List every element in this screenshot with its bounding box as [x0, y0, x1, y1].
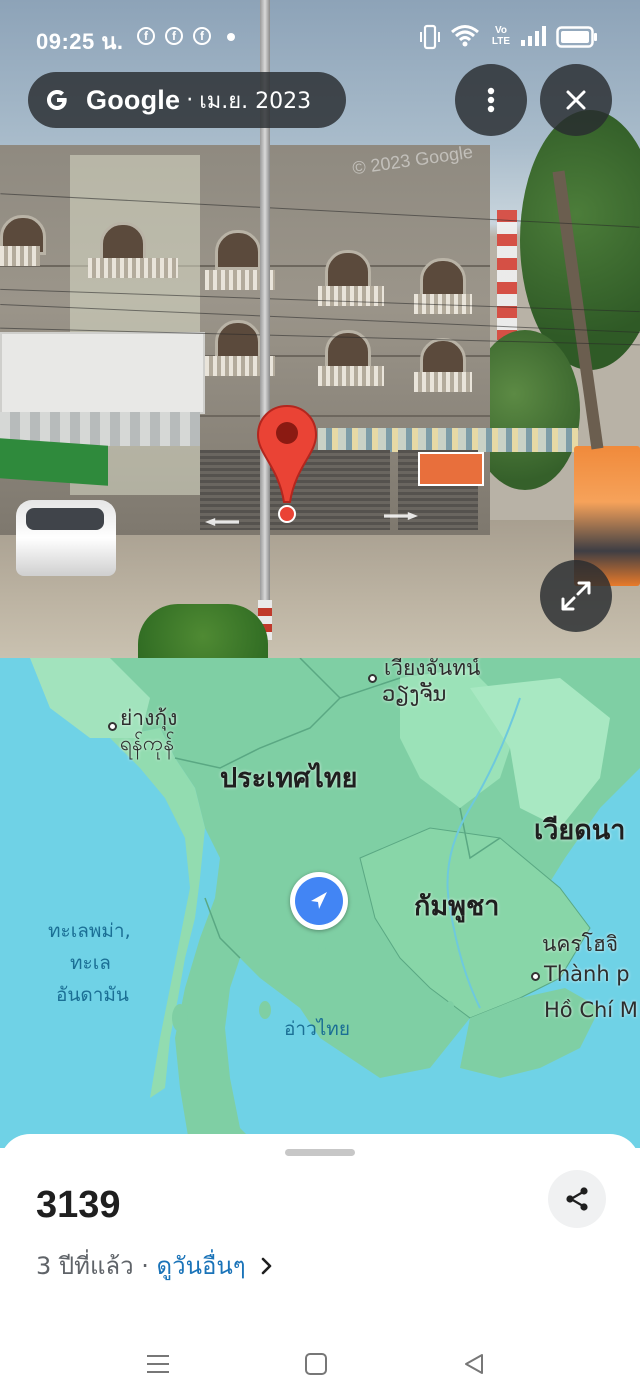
recent-apps-icon — [147, 1355, 169, 1373]
map-label-gulf-of-thailand: อ่าวไทย — [284, 1018, 350, 1040]
map-label-yangon-burmese: ရန်ကုန် — [120, 731, 175, 755]
city-dot — [108, 722, 117, 731]
separator: · — [186, 87, 194, 113]
fullscreen-button[interactable] — [540, 560, 612, 632]
bottom-sheet[interactable]: 3139 3 ปีที่แล้ว · ดูวันอื่นๆ — [0, 1134, 640, 1334]
facebook-icon: f — [193, 27, 211, 45]
awning — [318, 428, 578, 452]
navigation-arrow-icon — [311, 892, 327, 909]
separator: · — [133, 1251, 157, 1280]
clock: 09:25 น. — [36, 29, 124, 54]
share-button[interactable] — [548, 1170, 606, 1228]
close-icon — [566, 90, 586, 110]
battery-icon — [556, 26, 597, 48]
parked-car — [16, 500, 116, 576]
google-brand: Google — [86, 84, 181, 115]
status-bar: 09:25 น. f f f Vo LTE — [0, 0, 640, 70]
map-label-vientiane: เวียงจันทน์ — [384, 658, 481, 680]
map-label-cambodia: กัมพูชา — [414, 891, 500, 922]
city-dot — [368, 674, 377, 683]
back-icon — [465, 1354, 483, 1374]
more-options-button[interactable] — [455, 64, 527, 136]
google-g-icon — [47, 90, 67, 110]
see-more-dates-link[interactable]: ดูวันอื่นๆ — [157, 1246, 246, 1285]
imagery-date: เม.ย. 2023 — [199, 88, 312, 114]
more-notifications-dot — [227, 33, 235, 41]
home-icon — [305, 1353, 327, 1375]
imagery-info: 3 ปีที่แล้ว · ดูวันอื่นๆ — [36, 1246, 274, 1285]
shop-sign — [418, 452, 484, 486]
place-title: 3139 — [36, 1184, 121, 1226]
home-button[interactable] — [296, 1344, 336, 1384]
chevron-right-icon[interactable] — [260, 1256, 274, 1276]
share-icon — [566, 1187, 588, 1211]
map-label-hcmc: นครโฮจิ — [542, 932, 619, 956]
back-button[interactable] — [454, 1344, 494, 1384]
map-label-hcmc-vi: Hồ Chí M — [544, 998, 638, 1022]
map-label-andaman-sea: ทะเลพม่า, — [48, 920, 131, 942]
close-button[interactable] — [540, 64, 612, 136]
facebook-icon: f — [165, 27, 183, 45]
radio-tower — [497, 210, 517, 340]
shop-sign — [0, 438, 108, 486]
current-view-marker — [290, 872, 348, 930]
map-label-vietnam: เวียดนา — [534, 815, 626, 846]
store-banner — [0, 332, 205, 414]
map-label-andaman-sea: ทะเล — [70, 952, 111, 974]
bush — [138, 604, 268, 658]
imagery-date-chip[interactable]: Google · เม.ย. 2023 — [28, 72, 346, 128]
vibrate-icon — [420, 24, 440, 50]
more-vert-icon — [487, 87, 495, 113]
imagery-age: 3 ปีที่แล้ว — [36, 1252, 134, 1280]
city-dot — [531, 972, 540, 981]
map-label-vientiane-lao: ວຽງຈັນ — [382, 682, 447, 706]
wifi-icon — [451, 25, 479, 47]
map-label-thailand: ประเทศไทย — [220, 763, 358, 794]
fullscreen-icon — [561, 581, 591, 611]
system-navigation-bar — [0, 1334, 640, 1395]
map-label-andaman-sea: อันดามัน — [56, 984, 129, 1006]
overview-map[interactable]: เวียงจันทน์ ວຽງຈັນ ย่างกุ้ง ရန်ကုန် ประเ… — [0, 658, 640, 1148]
location-pin-icon — [256, 404, 318, 523]
signal-icon — [521, 26, 546, 46]
volte-icon: Vo LTE — [491, 25, 511, 47]
facebook-icon: f — [137, 27, 155, 45]
recent-apps-button[interactable] — [138, 1344, 178, 1384]
map-label-hcmc-vi: Thành p — [544, 962, 630, 986]
drag-handle[interactable] — [285, 1149, 355, 1156]
